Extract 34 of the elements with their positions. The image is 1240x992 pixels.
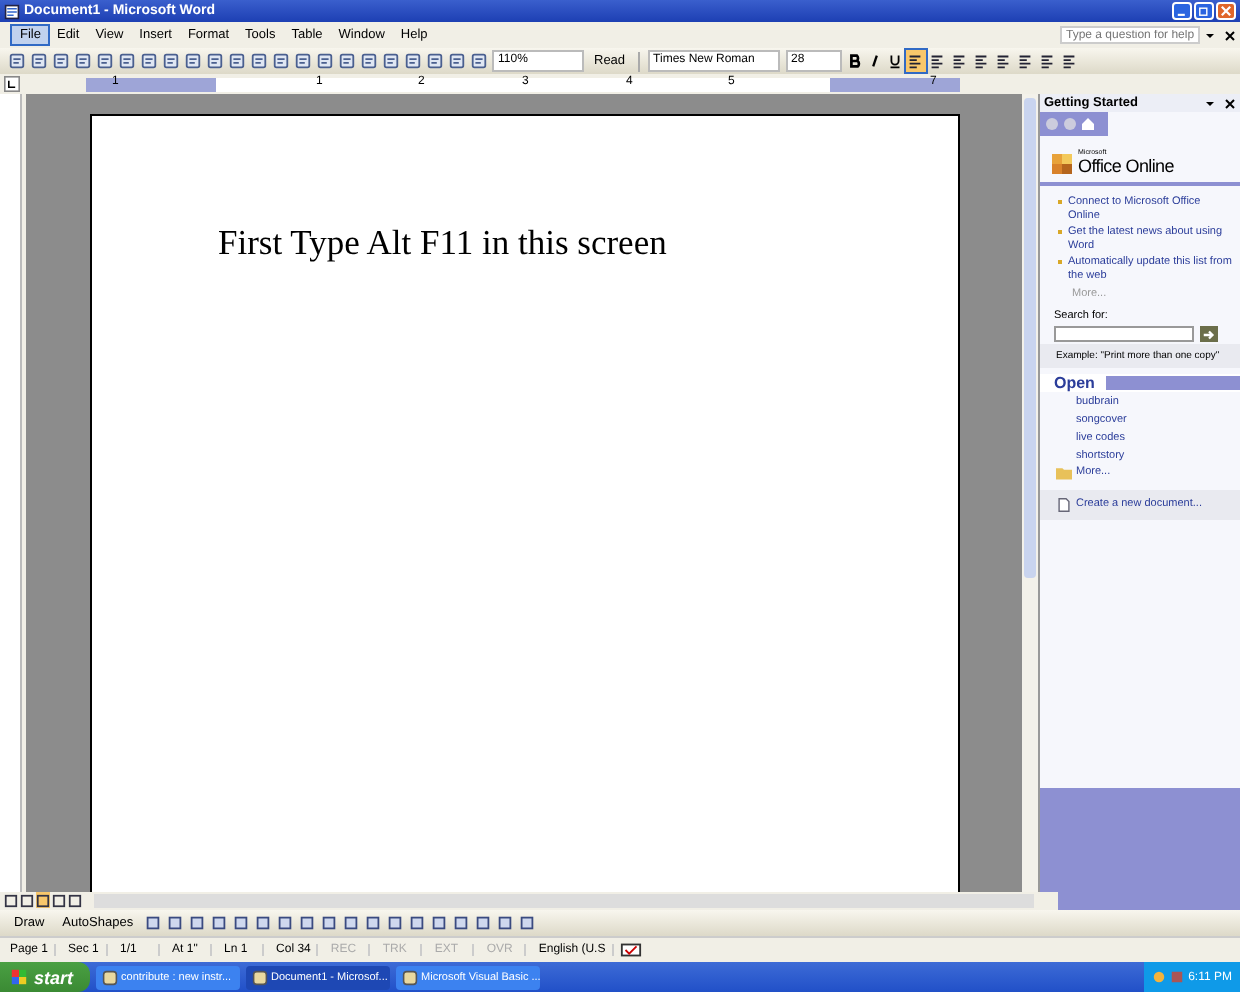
align-left-icon[interactable] (905, 50, 926, 72)
search-go-button[interactable] (1200, 326, 1218, 342)
horizontal-scrollbar[interactable] (94, 894, 1034, 908)
document-icon (4, 3, 20, 19)
restore-button[interactable] (1194, 2, 1214, 20)
tab-selector-icon[interactable] (4, 76, 20, 92)
start-button[interactable]: start (0, 962, 90, 992)
bold-button[interactable] (845, 50, 864, 72)
document-text: First Type Alt F11 in this screen (218, 222, 669, 262)
section-heading: Open (1054, 374, 1095, 392)
close-button[interactable] (1216, 2, 1236, 20)
minimize-button[interactable] (1172, 2, 1192, 20)
app-icon (251, 969, 268, 985)
underline-button[interactable] (885, 50, 904, 72)
logo-text: Office Online (1078, 156, 1174, 176)
section-header-bar (1106, 376, 1240, 390)
app-icon (101, 969, 118, 985)
normal-view-icon[interactable] (4, 892, 18, 908)
dropdown-arrow-icon[interactable] (1204, 97, 1216, 109)
home-button[interactable] (1080, 116, 1096, 132)
app-icon (401, 969, 418, 985)
print-view-icon[interactable] (36, 892, 50, 908)
office-logo-icon (1050, 152, 1074, 176)
vertical-scrollbar[interactable] (1022, 94, 1038, 892)
search-field[interactable] (1054, 326, 1194, 342)
folder-icon (1056, 466, 1072, 480)
spelling-status-icon (619, 942, 642, 958)
windows-flag-icon (10, 968, 28, 986)
close-icon[interactable] (1224, 97, 1236, 109)
reading-view-icon[interactable] (68, 892, 82, 908)
outline-view-icon[interactable] (52, 892, 66, 908)
close-icon[interactable] (1224, 29, 1236, 41)
dropdown-arrow-icon[interactable] (1204, 29, 1216, 41)
web-view-icon[interactable] (20, 892, 34, 908)
